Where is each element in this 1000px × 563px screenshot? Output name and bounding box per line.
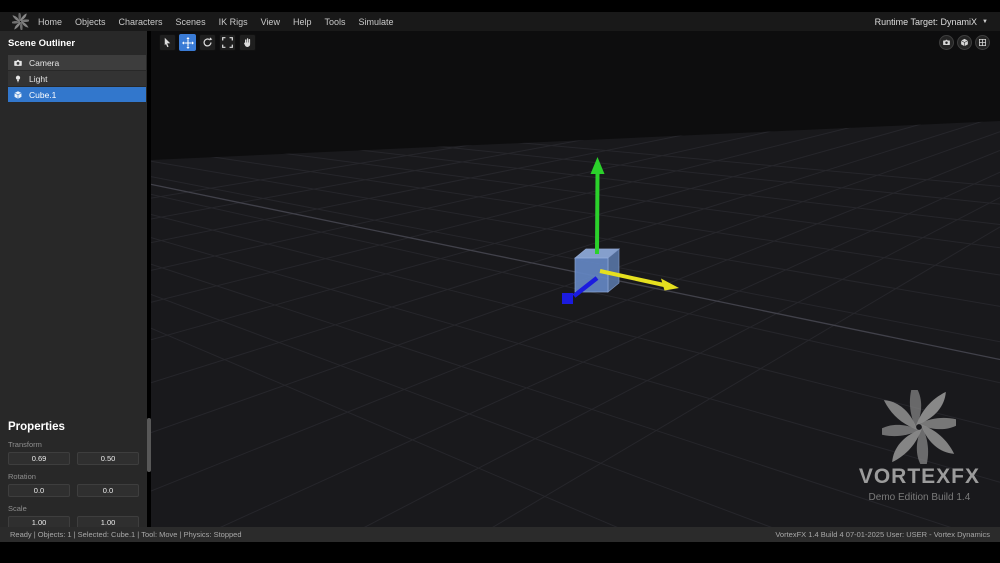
camera-icon [14,59,22,66]
menu-view[interactable]: View [261,17,280,27]
outliner-item-camera[interactable]: Camera [8,55,146,70]
chevron-down-icon: ▼ [982,18,988,25]
move-icon [181,36,194,49]
viewport-3d[interactable]: VORTEXFX Demo Edition Build 1.4 [151,31,1000,527]
viewport-toolbar [159,34,256,51]
cube-object[interactable] [574,248,620,293]
menu-objects[interactable]: Objects [75,17,106,27]
camera-icon [943,39,950,46]
viewport-canvas[interactable] [151,31,1000,527]
perspective-cube-button[interactable] [957,35,972,50]
status-bar: Ready | Objects: 1 | Selected: Cube.1 | … [0,527,1000,542]
scale-tool-button[interactable] [219,34,236,51]
rotation-y-field[interactable] [77,484,139,497]
cube-icon [960,38,969,47]
transform-y-field[interactable] [77,452,139,465]
outliner-item-label: Camera [29,57,60,68]
rotation-label: Rotation [8,472,36,481]
scene-outliner-list: Camera Light Cube.1 [0,55,147,102]
rotate-tool-button[interactable] [199,34,216,51]
viewport-ground [151,121,1000,527]
status-left-text: Ready | Objects: 1 | Selected: Cube.1 | … [10,530,242,539]
scale-icon [222,37,233,48]
outliner-item-label: Cube.1 [29,89,57,100]
scene-outliner-title: Scene Outliner [8,38,76,49]
menu-scenes[interactable]: Scenes [176,17,206,27]
pan-tool-button[interactable] [239,34,256,51]
transform-x-field[interactable] [8,452,70,465]
menu-simulate[interactable]: Simulate [358,17,393,27]
viewport-controls [939,35,990,50]
rotation-x-field[interactable] [8,484,70,497]
menu-ik-rigs[interactable]: IK Rigs [219,17,248,27]
app-window: Home Objects Characters Scenes IK Rigs V… [0,0,1000,563]
outliner-item-label: Light [29,73,48,84]
hand-icon [244,38,251,47]
app-logo-icon [12,13,29,30]
runtime-target-dropdown[interactable]: Runtime Target: DynamiX ▼ [875,17,988,27]
properties-panel: Properties Transform Rotation Scale [0,415,147,529]
outliner-item-light[interactable]: Light [8,71,146,86]
select-tool-button[interactable] [159,34,176,51]
transform-row [8,452,139,465]
scene-outliner-panel: Scene Outliner Camera Light Cube.1 Prope… [0,31,147,529]
menu-tools[interactable]: Tools [324,17,345,27]
grid-toggle-button[interactable] [975,35,990,50]
scale-label: Scale [8,504,27,513]
menu-characters[interactable]: Characters [119,17,163,27]
rotate-icon [203,37,213,47]
outliner-item-cube1[interactable]: Cube.1 [8,87,146,102]
grid-icon [979,39,986,46]
move-tool-button[interactable] [179,34,196,51]
menu-help[interactable]: Help [293,17,312,27]
cube-icon [14,90,22,99]
transform-label: Transform [8,440,42,449]
status-right-text: VortexFX 1.4 Build 4 07-01-2025 User: US… [775,530,990,539]
menu-items: Home Objects Characters Scenes IK Rigs V… [38,17,394,27]
main-area: Scene Outliner Camera Light Cube.1 Prope… [0,31,1000,529]
runtime-target-label: Runtime Target: DynamiX [874,16,978,27]
menu-home[interactable]: Home [38,17,62,27]
rotation-row [8,484,139,497]
light-icon [15,75,21,82]
camera-view-button[interactable] [939,35,954,50]
properties-title: Properties [8,421,65,433]
cursor-icon [164,37,171,48]
menu-bar: Home Objects Characters Scenes IK Rigs V… [0,12,1000,31]
